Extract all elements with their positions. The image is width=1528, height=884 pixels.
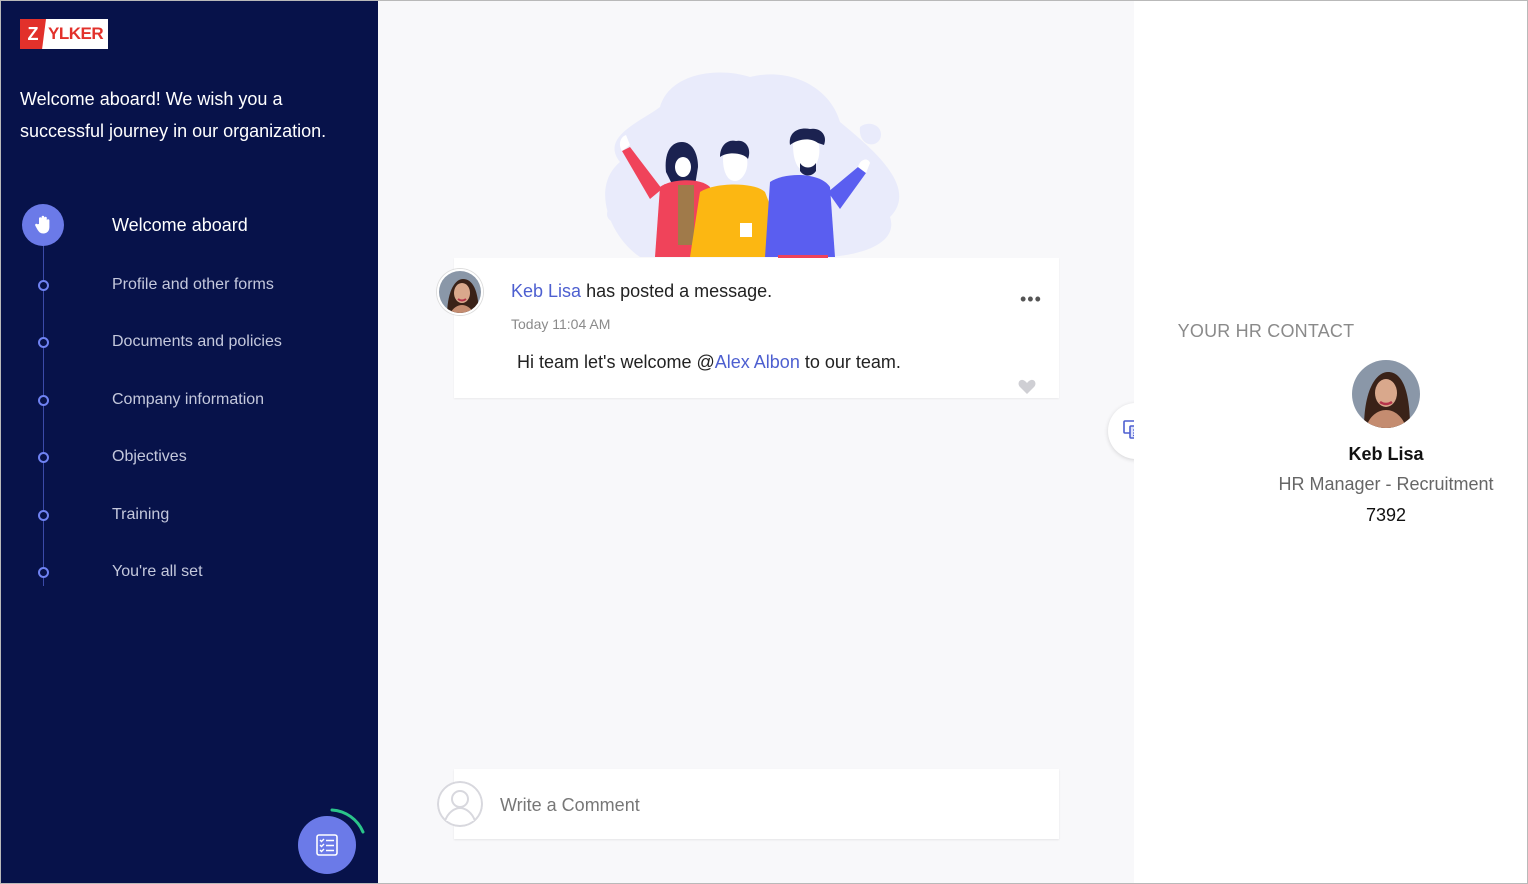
step-dot [38, 279, 49, 291]
hr-contact-role: HR Manager - Recruitment [1278, 474, 1494, 494]
logo-z-mark: Z [20, 19, 46, 49]
user-avatar-placeholder [437, 781, 483, 827]
step-label: Profile and other forms [112, 276, 274, 293]
logo-wordmark: YLKER [48, 24, 104, 43]
hr-contact-avatar[interactable] [1352, 360, 1420, 428]
team-welcome-illustration [605, 72, 900, 259]
post-timestamp: Today 11:04 AM [511, 316, 611, 332]
feed-area: Keb Lisa has posted a message. Today 11:… [378, 1, 1164, 883]
comment-input[interactable]: Write a Comment [500, 795, 640, 816]
post-message: Hi team let's welcome @Alex Albon to our… [517, 352, 901, 373]
step-training[interactable]: Training [1, 495, 378, 535]
step-label: Company information [112, 391, 265, 408]
step-dot [38, 451, 49, 463]
step-dot [38, 509, 49, 521]
post-header: Keb Lisa has posted a message. [511, 281, 772, 302]
author-name-link[interactable]: Keb Lisa [511, 281, 581, 301]
more-options-icon[interactable]: ••• [1020, 289, 1042, 310]
heart-icon[interactable] [1018, 379, 1036, 395]
step-documents-policies[interactable]: Documents and policies [1, 322, 378, 362]
step-label: Training [112, 506, 170, 523]
step-dot [38, 566, 49, 578]
step-welcome-aboard[interactable]: Welcome aboard [1, 204, 378, 246]
post-message-suffix: to our team. [799, 352, 901, 372]
onboarding-sidebar: Z YLKER Welcome aboard! We wish you a su… [1, 1, 378, 883]
step-company-information[interactable]: Company information [1, 380, 378, 420]
mention-link[interactable]: Alex Albon [715, 352, 800, 372]
post-message-prefix: Hi team let's welcome @ [517, 352, 715, 372]
step-dot [38, 394, 49, 406]
step-objectives[interactable]: Objectives [1, 437, 378, 477]
step-dot [38, 336, 49, 348]
post-action-text: has posted a message. [581, 281, 773, 301]
hand-wave-icon [22, 204, 64, 246]
step-label: Objectives [112, 448, 187, 465]
hr-contact-extension: 7392 [1365, 505, 1407, 525]
checklist-button[interactable] [298, 816, 356, 874]
step-label: You're all set [112, 563, 203, 580]
hr-contact-panel: YOUR HR CONTACT [1134, 1, 1527, 883]
hr-contact-name: Keb Lisa [1348, 444, 1424, 464]
checklist-icon [316, 834, 338, 856]
welcome-message: Welcome aboard! We wish you a successful… [20, 89, 327, 141]
step-all-set[interactable]: You're all set [1, 552, 378, 592]
step-label: Documents and policies [112, 333, 282, 350]
hr-contact-heading: YOUR HR CONTACT [1177, 321, 1355, 341]
zylker-logo: Z YLKER [20, 19, 108, 49]
step-profile-forms[interactable]: Profile and other forms [1, 265, 378, 305]
step-label: Welcome aboard [112, 214, 248, 235]
author-avatar[interactable] [437, 269, 483, 315]
